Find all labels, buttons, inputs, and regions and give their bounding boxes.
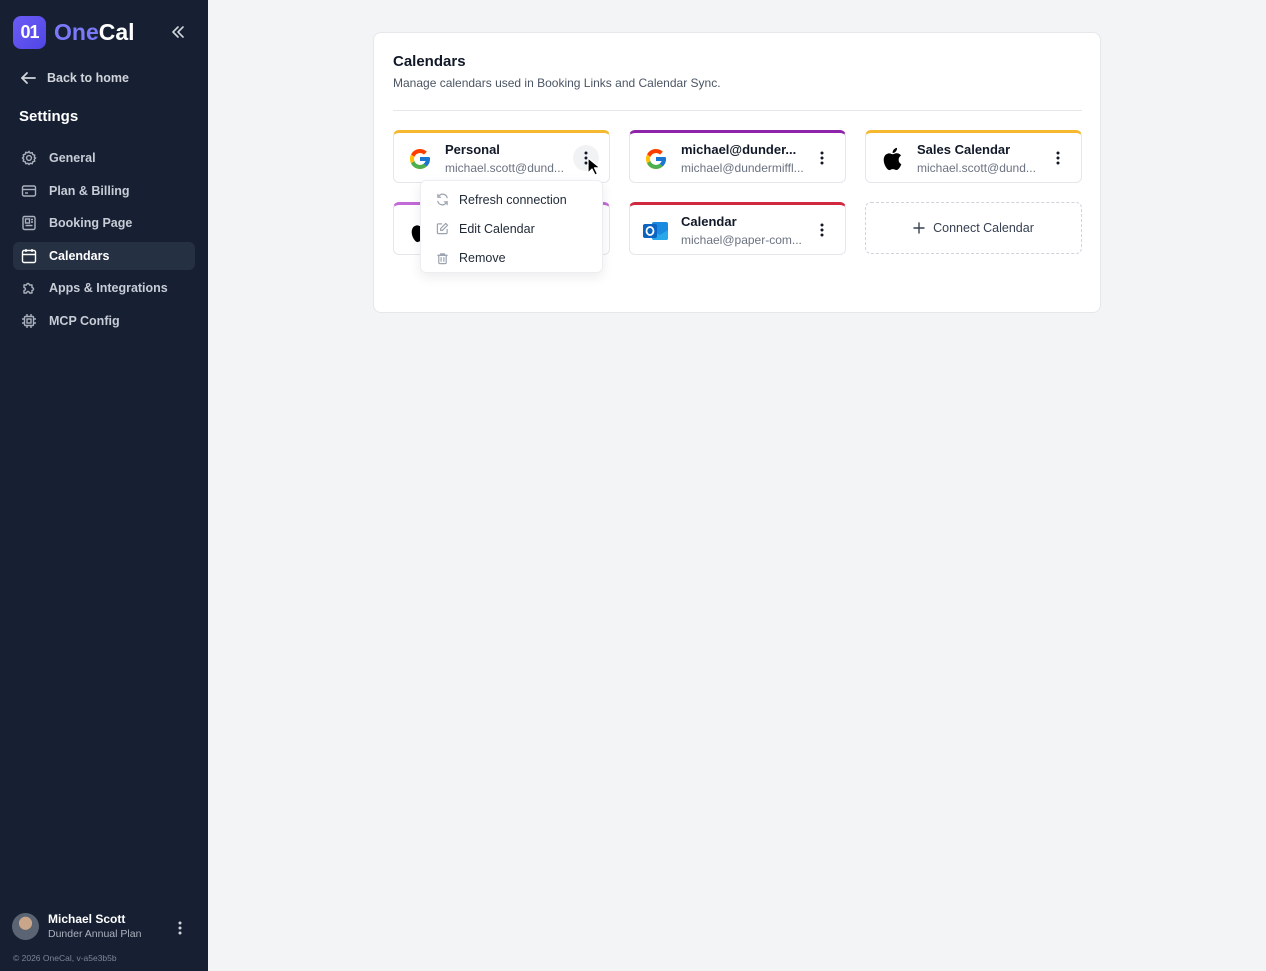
sidebar-item-calendars[interactable]: Calendars xyxy=(13,241,195,270)
sidebar-item-mcp-config[interactable]: MCP Config xyxy=(13,307,195,335)
menu-item-edit-calendar[interactable]: Edit Calendar xyxy=(421,214,602,243)
calendar-email: michael@dundermiffl... xyxy=(681,161,804,175)
menu-item-remove[interactable]: Remove xyxy=(421,244,602,273)
credit-card-icon xyxy=(20,182,38,200)
google-icon xyxy=(407,146,433,172)
calendar-options-button[interactable] xyxy=(1045,145,1071,171)
sidebar-item-booking-page[interactable]: Booking Page xyxy=(13,209,195,237)
sidebar-item-label: Plan & Billing xyxy=(49,183,130,198)
calendar-tile-sales[interactable]: Sales Calendar michael.scott@dund... xyxy=(865,130,1082,183)
apple-icon xyxy=(879,146,905,172)
sidebar-item-label: Booking Page xyxy=(49,216,133,230)
sidebar-item-plan-billing[interactable]: Plan & Billing xyxy=(13,177,195,205)
calendar-name: Calendar xyxy=(681,214,737,229)
sidebar-item-label: General xyxy=(49,151,96,165)
calendar-email: michael.scott@dund... xyxy=(445,161,564,175)
menu-item-refresh-connection[interactable]: Refresh connection xyxy=(421,185,602,214)
more-vertical-icon xyxy=(1056,151,1060,165)
user-profile[interactable]: Michael Scott Dunder Annual Plan xyxy=(12,912,141,940)
avatar xyxy=(12,912,39,940)
settings-heading: Settings xyxy=(19,108,79,125)
settings-nav: General Plan & Billing Booking Page Cale… xyxy=(13,144,195,339)
more-vertical-icon xyxy=(820,151,824,165)
connect-calendar-button[interactable]: Connect Calendar xyxy=(865,202,1082,254)
page-description: Manage calendars used in Booking Links a… xyxy=(393,76,721,90)
back-to-home-label: Back to home xyxy=(47,71,129,85)
logo-mark: 01 xyxy=(13,16,46,49)
booking-page-icon xyxy=(20,214,38,232)
back-to-home-link[interactable]: Back to home xyxy=(19,70,129,86)
user-menu-button[interactable] xyxy=(172,918,188,938)
connect-calendar-label: Connect Calendar xyxy=(933,221,1034,235)
page-title: Calendars xyxy=(393,53,466,70)
arrow-left-icon xyxy=(21,72,36,84)
calendar-options-button[interactable] xyxy=(809,217,835,243)
gear-icon xyxy=(20,149,38,167)
calendar-tile-dundermifflin[interactable]: michael@dunder... michael@dundermiffl... xyxy=(629,130,846,183)
calendar-name: Sales Calendar xyxy=(917,142,1011,157)
menu-item-label: Edit Calendar xyxy=(459,221,535,236)
plus-icon xyxy=(913,222,925,234)
puzzle-icon xyxy=(20,279,38,297)
sidebar-item-label: Calendars xyxy=(49,248,110,263)
calendar-tile-personal[interactable]: Personal michael.scott@dund... xyxy=(393,130,610,183)
google-icon xyxy=(643,146,669,172)
sidebar: 01 OneCal Back to home Settings General … xyxy=(0,0,208,971)
calendar-options-menu: Refresh connection Edit Calendar Remove xyxy=(420,180,603,273)
calendar-icon xyxy=(20,247,38,265)
chevrons-left-icon xyxy=(172,26,184,38)
more-vertical-icon xyxy=(178,921,182,935)
calendar-tile-outlook[interactable]: Calendar michael@paper-com... xyxy=(629,202,846,255)
collapse-sidebar-button[interactable] xyxy=(168,22,188,42)
calendar-options-button[interactable] xyxy=(809,145,835,171)
mouse-cursor-icon xyxy=(587,157,601,182)
outlook-icon xyxy=(643,218,669,244)
calendar-name: michael@dunder... xyxy=(681,142,797,157)
edit-icon xyxy=(435,222,449,236)
calendar-name: Personal xyxy=(445,142,500,157)
menu-item-label: Remove xyxy=(459,251,506,266)
calendar-email: michael@paper-com... xyxy=(681,233,802,247)
logo-text: OneCal xyxy=(54,19,135,45)
sidebar-item-apps-integrations[interactable]: Apps & Integrations xyxy=(13,274,195,302)
version-footer: © 2026 OneCal, v-a5e3b5b xyxy=(13,953,117,963)
refresh-icon xyxy=(435,193,449,207)
calendar-email: michael.scott@dund... xyxy=(917,161,1036,175)
sidebar-item-general[interactable]: General xyxy=(13,144,195,172)
user-plan: Dunder Annual Plan xyxy=(48,928,142,940)
divider xyxy=(393,110,1082,111)
chip-icon xyxy=(20,312,38,330)
menu-item-label: Refresh connection xyxy=(459,192,567,207)
user-name: Michael Scott xyxy=(48,912,126,926)
more-vertical-icon xyxy=(820,223,824,237)
sidebar-item-label: Apps & Integrations xyxy=(49,281,168,295)
trash-icon xyxy=(435,251,449,265)
brand-logo[interactable]: 01 OneCal xyxy=(13,16,135,49)
sidebar-item-label: MCP Config xyxy=(49,313,120,328)
